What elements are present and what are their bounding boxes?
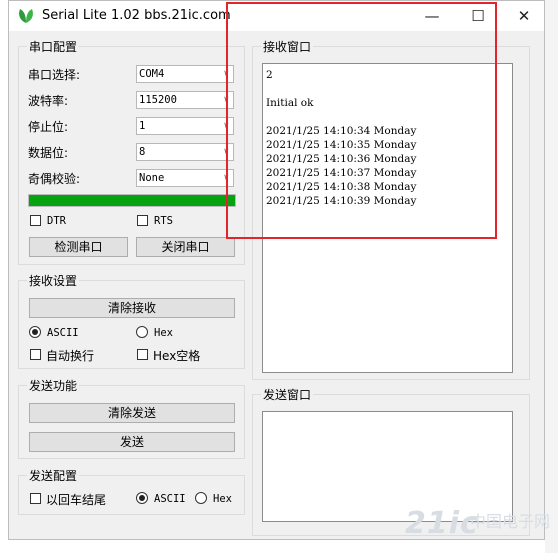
close-port-button[interactable]: 关闭串口 [136,237,235,257]
connection-progress-bar [28,194,236,207]
baud-select[interactable]: 115200 ∨ [136,91,234,109]
parity-select[interactable]: None ∨ [136,169,234,187]
port-value: COM4 [139,68,165,80]
leaf-logo-icon [19,9,33,23]
ascii-label: ASCII [47,327,79,339]
send-config-group: 发送配置 以回车结尾 ASCII Hex [18,467,245,515]
progress-fill [29,195,235,206]
dtr-label: DTR [47,215,66,227]
rts-checkbox[interactable] [137,215,148,226]
serial-config-group: 串口配置 串口选择: COM4 ∨ 波特率: 115200 ∨ 停止位: 1 ∨ 数据… [18,38,245,265]
baud-value: 115200 [139,94,177,106]
send-hex-radio[interactable] [195,492,207,504]
hex-label: Hex [154,327,173,339]
rts-label: RTS [154,215,173,227]
radio-selected-dot [139,495,145,501]
detect-port-button[interactable]: 检测串口 [29,237,128,257]
data-bits-label: 数据位: [28,146,69,160]
stop-bits-value: 1 [139,120,146,132]
send-button[interactable]: 发送 [29,432,235,452]
dtr-checkbox[interactable] [30,215,41,226]
background-ide-strip [545,0,558,553]
radio-selected-dot [32,329,38,335]
port-label: 串口选择: [28,68,81,82]
parity-label: 奇偶校验: [28,172,81,186]
clear-send-button[interactable]: 清除发送 [29,403,235,423]
serial-config-title: 串口配置 [27,38,80,55]
enter-ending-checkbox[interactable] [30,493,41,504]
ascii-radio[interactable] [29,326,41,338]
hex-space-checkbox[interactable] [137,349,148,360]
watermark-site: 中国电子网 [470,512,551,531]
hex-space-label: Hex空格 [153,349,201,363]
close-button[interactable]: ✕ [501,1,547,31]
auto-wrap-label: 自动换行 [46,349,95,363]
port-select[interactable]: COM4 ∨ [136,65,234,83]
baud-label: 波特率: [28,94,69,108]
receive-settings-group: 接收设置 清除接收 ASCII Hex 自动换行 Hex空格 [18,272,245,369]
receive-settings-title: 接收设置 [27,272,80,289]
auto-wrap-checkbox[interactable] [30,349,41,360]
data-bits-select[interactable]: 8 ∨ [136,143,234,161]
data-bits-value: 8 [139,146,146,158]
send-hex-label: Hex [213,493,232,505]
clear-receive-button[interactable]: 清除接收 [29,298,235,318]
watermark-brand: 21ic [405,506,479,541]
stop-bits-label: 停止位: [28,120,69,134]
send-config-title: 发送配置 [27,467,80,484]
send-ascii-radio[interactable] [136,492,148,504]
stop-bits-select[interactable]: 1 ∨ [136,117,234,135]
send-window-title: 发送窗口 [261,386,314,403]
background-left [0,0,8,553]
send-function-title: 发送功能 [27,377,80,394]
send-function-group: 发送功能 清除发送 发送 [18,377,245,459]
red-highlight-box [226,2,497,239]
send-ascii-label: ASCII [154,493,186,505]
enter-ending-label: 以回车结尾 [46,493,107,507]
hex-radio[interactable] [136,326,148,338]
window-title: Serial Lite 1.02 bbs.21ic.com [42,8,231,23]
parity-value: None [139,172,165,184]
